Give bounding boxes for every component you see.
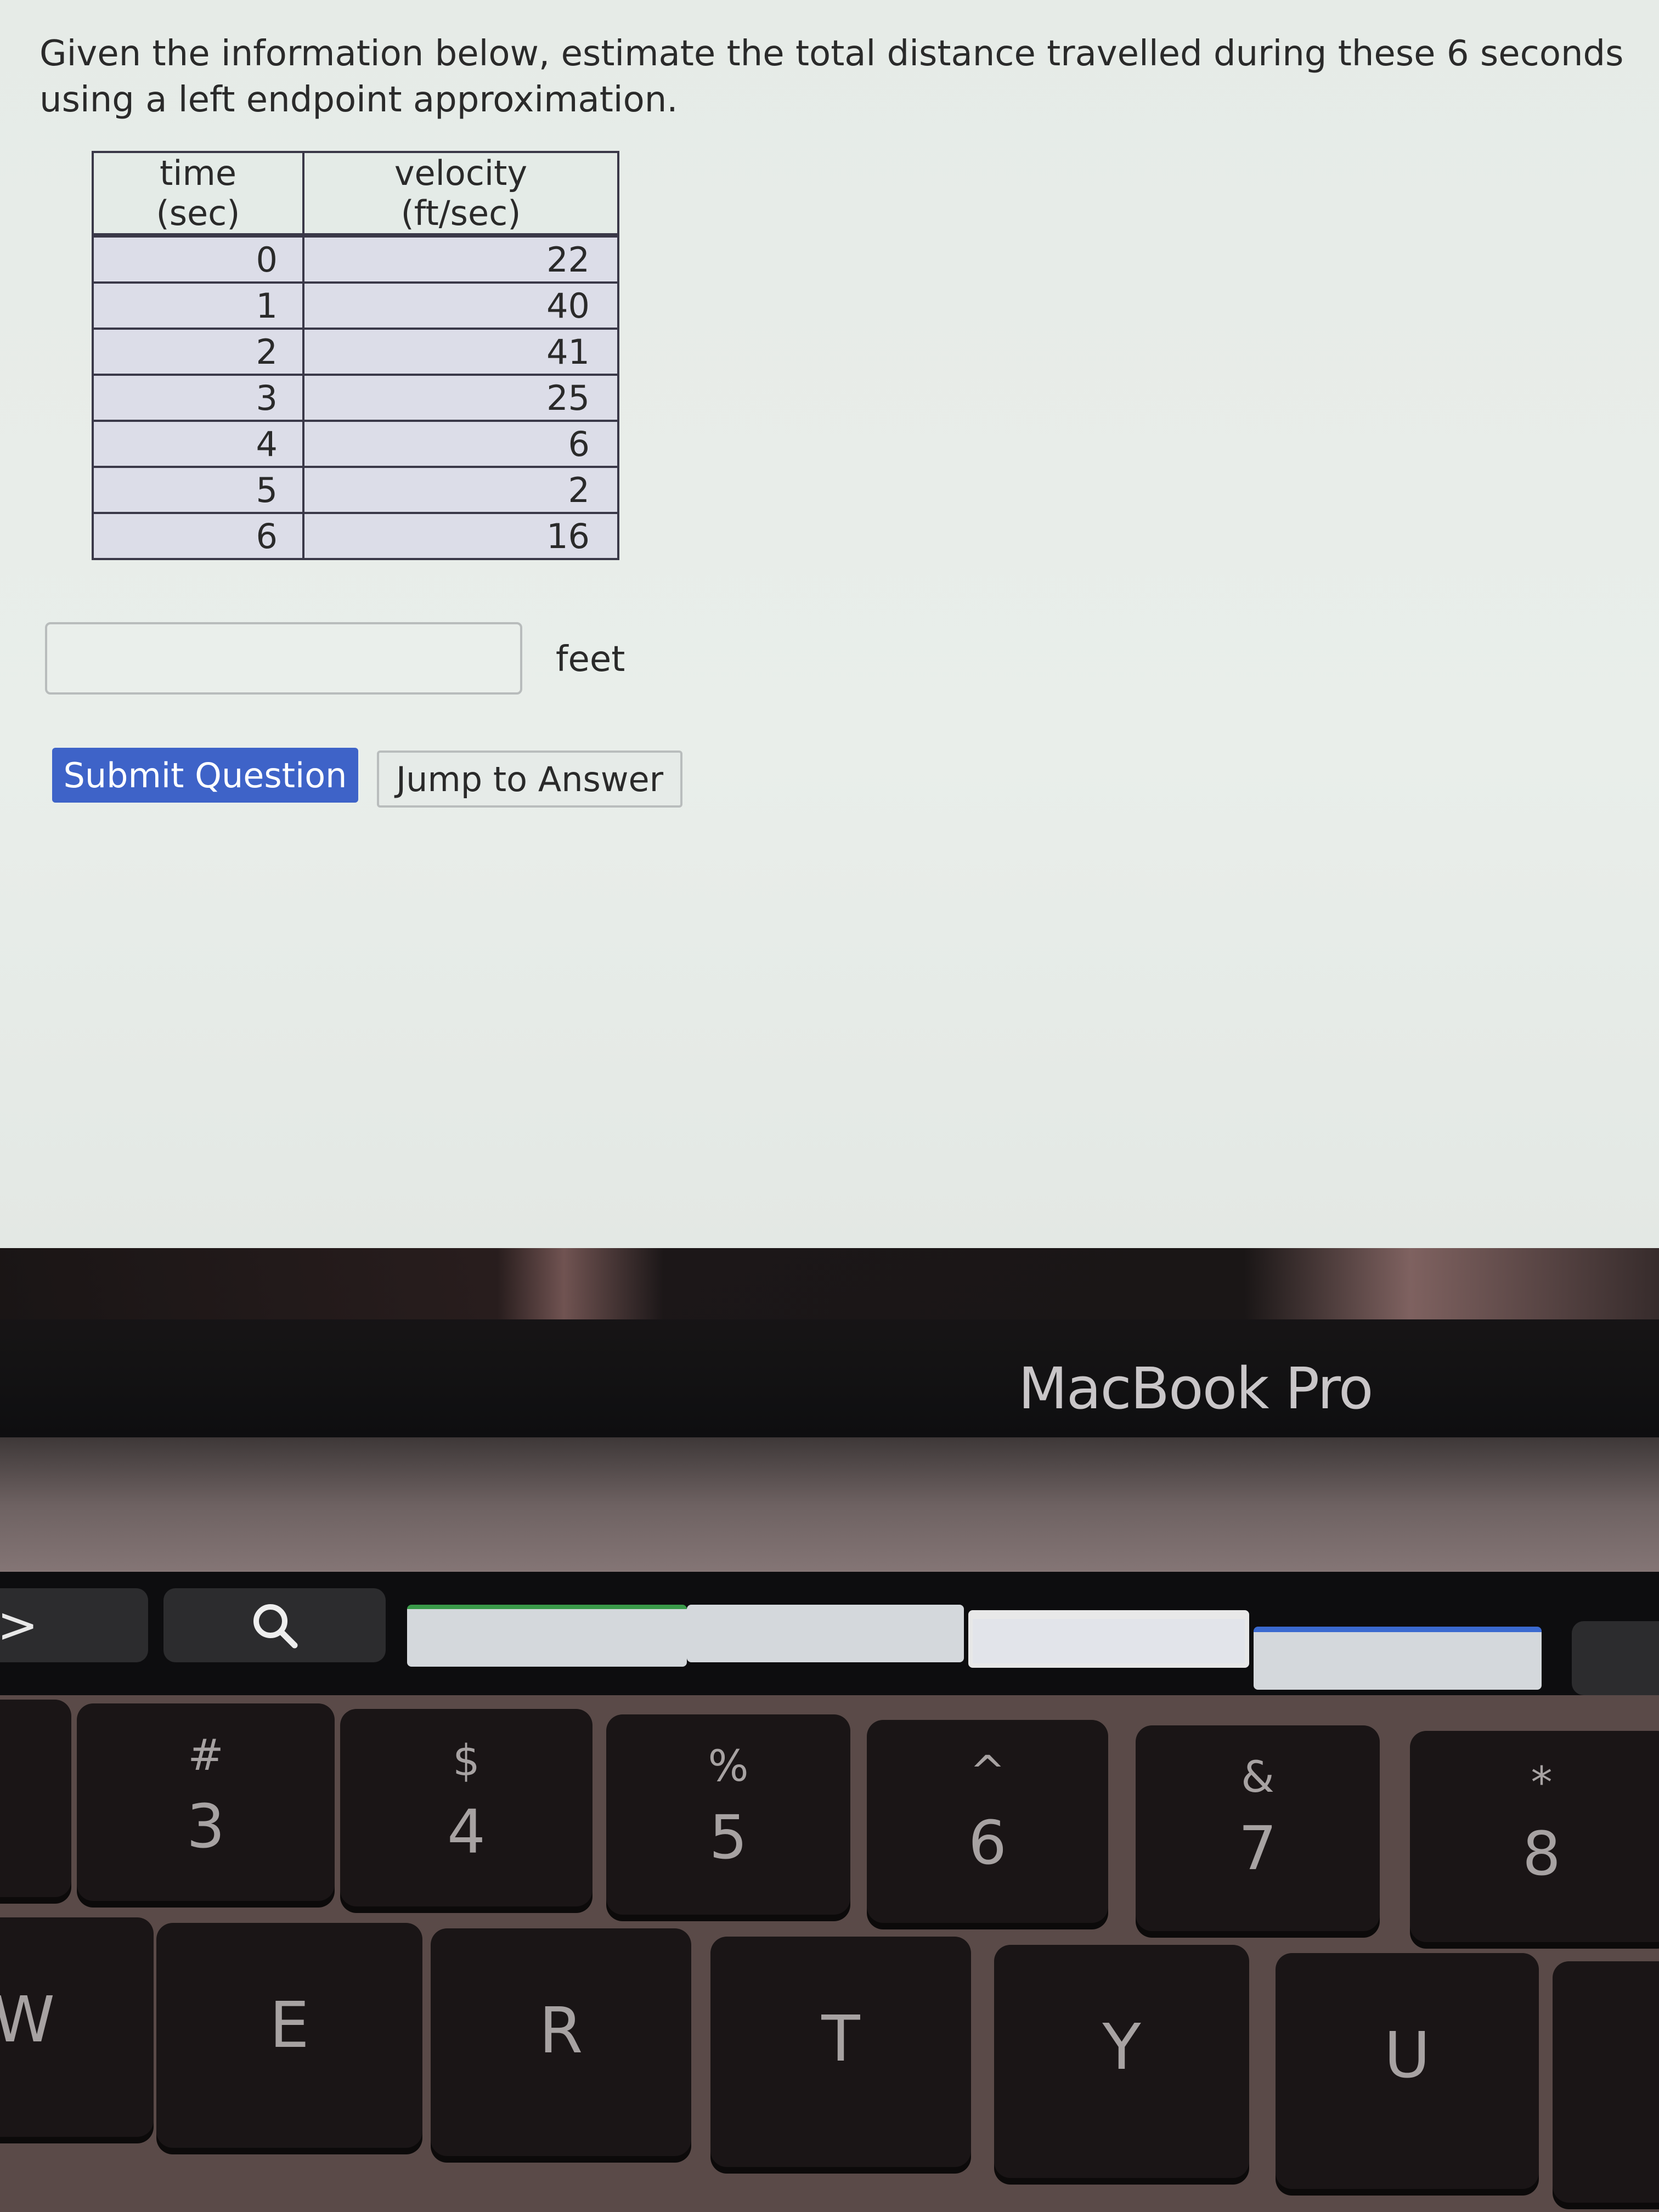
velocity-cell: 22 [302, 234, 619, 284]
browser-screen: Given the information below, estimate th… [0, 0, 1659, 1256]
key-t[interactable]: T [710, 1937, 971, 2167]
tab-thumbnail[interactable] [1254, 1627, 1542, 1690]
time-cell: 3 [92, 374, 304, 422]
time-cell: 2 [92, 328, 304, 376]
velocity-cell: 6 [302, 420, 619, 468]
key-e[interactable]: E [156, 1923, 422, 2148]
table-row: 3 25 [92, 374, 619, 422]
key-5[interactable]: % 5 [606, 1714, 850, 1915]
search-button[interactable] [163, 1588, 386, 1662]
screen-reflection [0, 1248, 1659, 1319]
key-3[interactable]: #3 [77, 1703, 335, 1901]
table-row: 2 41 [92, 328, 619, 376]
table-row: 6 16 [92, 512, 619, 560]
key-u[interactable]: U [1276, 1953, 1539, 2189]
time-cell: 5 [92, 466, 304, 514]
table-row: 52 [92, 466, 619, 514]
velocity-table: time (sec) velocity (ft/sec) 0 22 1 40 2 41… [92, 151, 619, 560]
touchbar-button[interactable] [1572, 1621, 1659, 1695]
key-y[interactable]: Y [994, 1945, 1249, 2178]
brand-logo-text: MacBook Pro [1018, 1355, 1374, 1422]
time-cell: 1 [92, 281, 304, 330]
jump-to-answer-button[interactable]: Jump to Answer [377, 751, 682, 808]
tab-thumbnail-selected[interactable] [968, 1610, 1249, 1668]
submit-question-button[interactable]: Submit Question [52, 748, 358, 803]
header-time: time (sec) [92, 151, 304, 238]
key-6[interactable]: ^ 6 [867, 1720, 1108, 1923]
velocity-cell: 40 [302, 281, 619, 330]
answer-input[interactable] [45, 622, 522, 695]
key-2-partial[interactable] [0, 1700, 71, 1897]
velocity-cell: 25 [302, 374, 619, 422]
header-velocity: velocity (ft/sec) [302, 151, 619, 238]
table-row: 46 [92, 420, 619, 468]
table-row: 0 22 [92, 234, 619, 284]
table-header-row: time (sec) velocity (ft/sec) [92, 151, 619, 238]
key-i-partial[interactable] [1553, 1961, 1659, 2203]
key-w[interactable]: W [0, 1917, 154, 2137]
key-8[interactable]: * 8 [1410, 1731, 1659, 1942]
search-icon [253, 1604, 297, 1648]
velocity-cell: 2 [302, 466, 619, 514]
laptop-hinge [0, 1437, 1659, 1575]
chevron-right-icon[interactable]: > [0, 1588, 148, 1662]
question-text: Given the information below, estimate th… [40, 33, 1624, 120]
tab-thumbnail[interactable] [407, 1605, 687, 1667]
time-cell: 4 [92, 420, 304, 468]
time-cell: 0 [92, 234, 304, 284]
time-cell: 6 [92, 512, 304, 560]
key-r[interactable]: R [431, 1928, 691, 2156]
unit-label: feet [556, 639, 625, 680]
velocity-cell: 16 [302, 512, 619, 560]
key-7[interactable]: & 7 [1136, 1725, 1380, 1931]
key-4[interactable]: $4 [340, 1709, 592, 1906]
velocity-cell: 41 [302, 328, 619, 376]
table-row: 1 40 [92, 281, 619, 330]
tab-thumbnail[interactable] [687, 1605, 964, 1662]
